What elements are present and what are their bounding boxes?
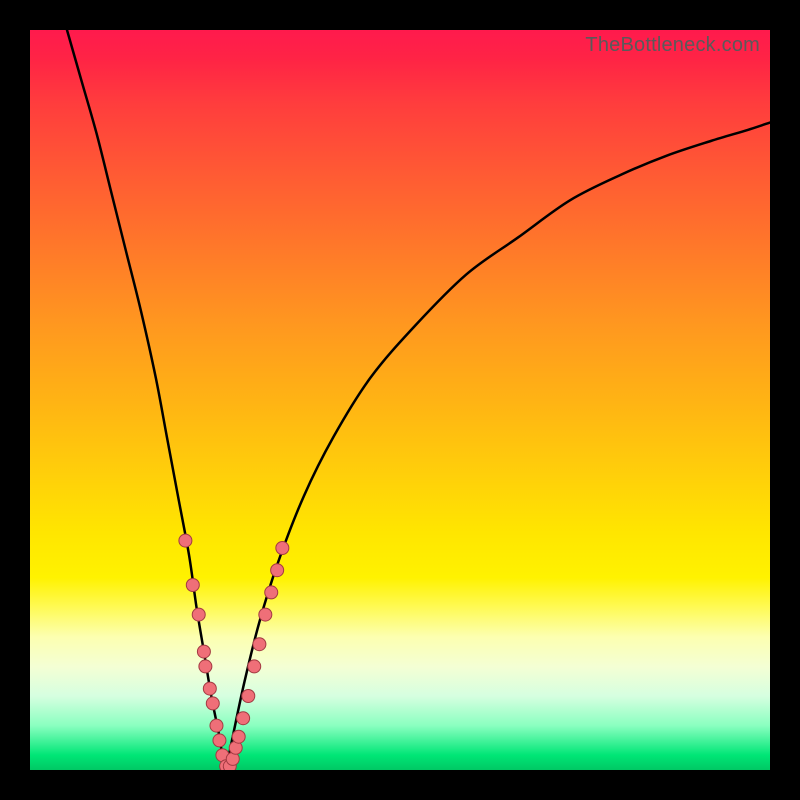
scatter-dot (197, 645, 210, 658)
right-branch-curve (226, 123, 770, 771)
scatter-dot (179, 534, 192, 547)
chart-frame: TheBottleneck.com (0, 0, 800, 800)
scatter-dot (203, 682, 216, 695)
scatter-dot (186, 579, 199, 592)
scatter-dot (192, 608, 205, 621)
scatter-dot (232, 730, 245, 743)
scatter-dot (210, 719, 223, 732)
scatter-dot (213, 734, 226, 747)
scatter-dot (242, 690, 255, 703)
scatter-dot (265, 586, 278, 599)
curve-layer (30, 30, 770, 770)
scatter-dot (271, 564, 284, 577)
scatter-dot (253, 638, 266, 651)
scatter-dots (179, 534, 289, 770)
scatter-dot (248, 660, 261, 673)
scatter-dot (259, 608, 272, 621)
scatter-dot (206, 697, 219, 710)
plot-area: TheBottleneck.com (30, 30, 770, 770)
scatter-dot (199, 660, 212, 673)
scatter-dot (276, 542, 289, 555)
left-branch-curve (67, 30, 226, 770)
scatter-dot (237, 712, 250, 725)
